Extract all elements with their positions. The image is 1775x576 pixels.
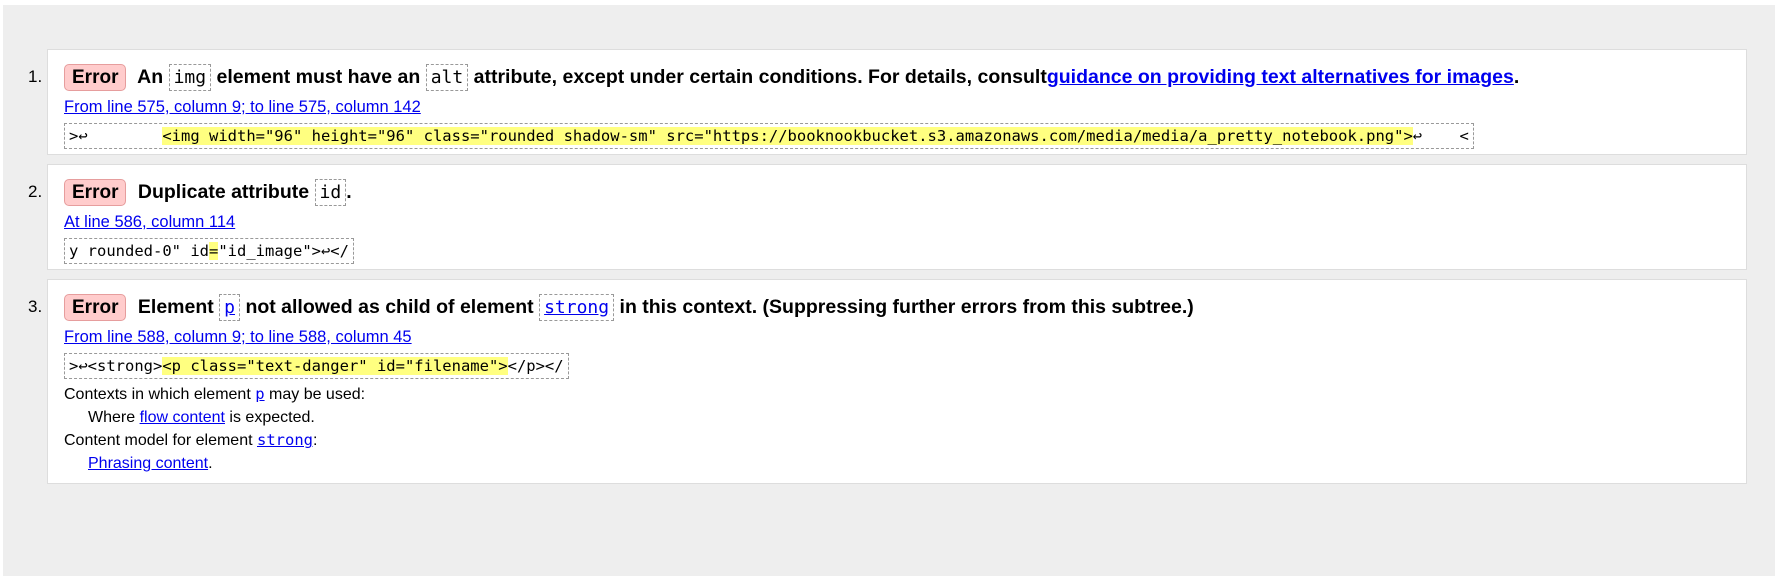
element-strong-link[interactable]: strong [257, 431, 313, 449]
contexts-line: Contexts in which element p may be used: [64, 383, 1731, 406]
error-badge: Error [64, 64, 127, 91]
details-text: may be used: [269, 386, 366, 403]
message-text: Duplicate attribute [137, 181, 310, 203]
content-model-line: Content model for element strong: [64, 429, 1731, 452]
message-text: . [1513, 66, 1520, 88]
code-token-link[interactable]: p [219, 294, 241, 321]
details-text: Content model for element [64, 432, 253, 449]
message-list: 1. Error An img element must have an alt… [3, 49, 1747, 493]
message-heading: Error An img element must have an alt at… [64, 62, 1731, 92]
message-text: element must have an [216, 66, 421, 88]
where-line: Where flow content is expected. [64, 406, 1731, 429]
code-extract: >↩<strong><p class="text-danger" id="fil… [64, 353, 569, 379]
message-number: 3. [28, 297, 43, 316]
element-p-link[interactable]: p [255, 385, 264, 403]
details-text: Where [88, 409, 136, 426]
results-panel: 1. Error An img element must have an alt… [3, 5, 1775, 576]
message-text: attribute, except under certain conditio… [473, 66, 1047, 88]
phrasing-line: Phrasing content. [64, 452, 1731, 475]
error-message: 3. Error Element p not allowed as child … [28, 279, 1747, 484]
source-location-link[interactable]: At line 586, column 114 [64, 211, 1731, 233]
message-heading: Error Element p not allowed as child of … [64, 292, 1731, 322]
code-token: id [314, 179, 347, 206]
extract-pre: >↩ [69, 127, 163, 145]
error-badge: Error [64, 179, 127, 206]
message-text: in this context. (Suppressing further er… [619, 296, 1194, 318]
extract-post: </p></ [507, 357, 564, 375]
code-extract: >↩ <img width="96" height="96" class="ro… [64, 123, 1474, 149]
extract-highlight: <p class="text-danger" id="filename"> [162, 357, 508, 375]
details-text: : [313, 432, 318, 449]
extract-pre: y rounded-0" id [69, 242, 209, 260]
guidance-link[interactable]: guidance on providing text alternatives … [1047, 66, 1514, 88]
extract-highlight: <img width="96" height="96" class="round… [162, 127, 1413, 145]
extract-highlight: = [208, 242, 219, 260]
message-text: not allowed as child of element [245, 296, 534, 318]
message-heading: Error Duplicate attribute id. [64, 177, 1731, 207]
code-extract: y rounded-0" id="id_image">↩</ [64, 238, 354, 264]
extract-post: "id_image">↩</ [218, 242, 349, 260]
details-text: Contexts in which element [64, 386, 251, 403]
message-text: Element [137, 296, 214, 318]
source-location-link[interactable]: From line 575, column 9; to line 575, co… [64, 96, 1731, 118]
message-text: . [346, 181, 352, 203]
extract-post: ↩ < [1412, 127, 1469, 145]
code-token: alt [425, 64, 469, 91]
message-text: An [137, 66, 164, 88]
error-message: 1. Error An img element must have an alt… [28, 49, 1747, 155]
source-location-link[interactable]: From line 588, column 9; to line 588, co… [64, 326, 1731, 348]
details-text: . [208, 455, 213, 472]
details-text: is expected. [229, 409, 315, 426]
flow-content-link[interactable]: flow content [140, 409, 225, 426]
error-message: 2. Error Duplicate attribute id. At line… [28, 164, 1747, 270]
phrasing-content-link[interactable]: Phrasing content [88, 455, 208, 472]
code-token-link[interactable]: strong [539, 294, 615, 321]
message-number: 1. [28, 67, 43, 86]
error-details: Contexts in which element p may be used:… [64, 383, 1731, 475]
error-badge: Error [64, 294, 127, 321]
extract-pre: >↩<strong> [69, 357, 163, 375]
code-token: img [168, 64, 212, 91]
message-number: 2. [28, 182, 43, 201]
